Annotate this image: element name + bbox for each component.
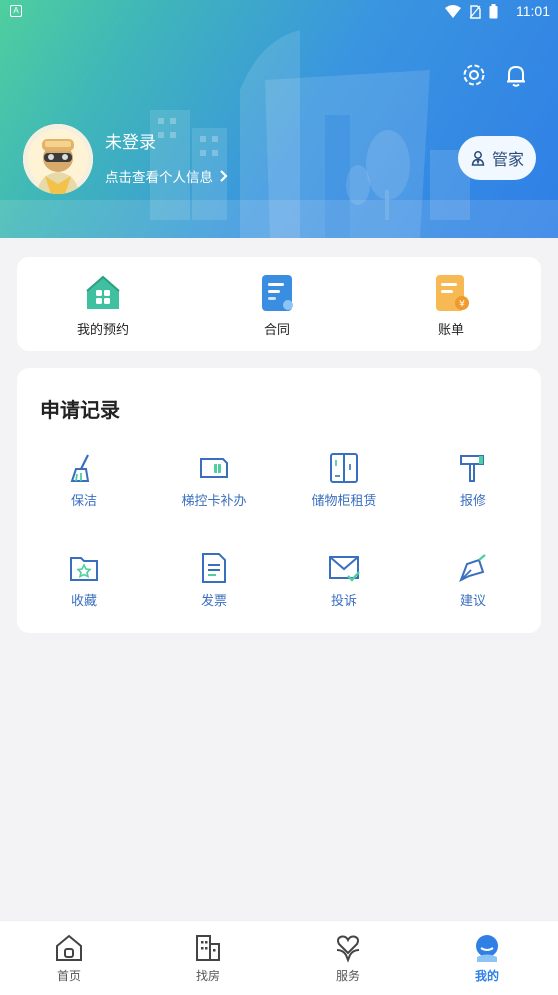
quick-actions-card: 我的预约 合同 ¥ 账单	[17, 257, 541, 351]
tab-mine[interactable]: 我的	[447, 933, 527, 984]
tab-label-home: 首页	[56, 969, 81, 983]
apply-item-cleaning[interactable]: 保洁	[24, 452, 144, 509]
chevron-right-icon	[220, 170, 228, 182]
apply-label-favorites: 收藏	[70, 594, 97, 609]
bill-icon: ¥	[431, 273, 471, 313]
broom-icon	[68, 452, 100, 484]
folder-star-icon	[68, 552, 100, 584]
quick-label-contract: 合同	[263, 323, 290, 338]
profile-header: A 11:01 未登录 点击查看个人信息 管家	[0, 0, 558, 238]
apply-item-suggestion[interactable]: 建议	[413, 552, 533, 609]
pen-icon	[457, 552, 489, 584]
settings-icon[interactable]	[457, 58, 491, 92]
profile-icon	[472, 933, 502, 963]
building-icon	[193, 933, 223, 963]
locker-icon	[328, 452, 360, 484]
tab-label-mine: 我的	[474, 969, 499, 983]
quick-item-reservations[interactable]: 我的预约	[43, 273, 163, 338]
quick-item-contract[interactable]: 合同	[217, 273, 337, 338]
house-icon	[83, 273, 123, 313]
bottom-tab-bar: 首页 找房 服务 我的	[0, 920, 558, 995]
quick-label-reservations: 我的预约	[76, 323, 129, 338]
document-icon	[198, 552, 230, 584]
apply-label-locker: 储物柜租赁	[311, 494, 377, 509]
apply-item-repair[interactable]: 报修	[413, 452, 533, 509]
tab-home[interactable]: 首页	[29, 933, 109, 984]
tab-services[interactable]: 服务	[308, 933, 388, 984]
tab-label-find-room: 找房	[195, 969, 220, 983]
manager-button[interactable]: 管家	[458, 136, 536, 180]
home-icon	[54, 933, 84, 963]
wifi-icon	[445, 4, 461, 18]
status-app-badge: A	[10, 5, 22, 17]
view-profile-link[interactable]: 点击查看个人信息	[105, 166, 228, 186]
apply-label-suggestion: 建议	[459, 594, 486, 609]
no-sim-icon	[469, 4, 481, 19]
apply-label-repair: 报修	[459, 494, 486, 509]
avatar[interactable]	[23, 124, 93, 194]
service-heart-icon	[333, 933, 363, 963]
city-skyline-illustration	[0, 30, 558, 238]
battery-icon	[489, 4, 498, 19]
tab-find-room[interactable]: 找房	[168, 933, 248, 984]
manager-icon	[471, 151, 485, 166]
bell-icon[interactable]	[499, 58, 533, 92]
status-time: 11:01	[516, 3, 550, 19]
manager-label: 管家	[491, 150, 524, 169]
apply-item-complaint[interactable]: 投诉	[284, 552, 404, 609]
hammer-icon	[457, 452, 489, 484]
contract-icon	[257, 273, 297, 313]
apply-label-invoice: 发票	[200, 594, 227, 609]
view-profile-label: 点击查看个人信息	[105, 170, 213, 186]
apply-item-favorites[interactable]: 收藏	[24, 552, 144, 609]
apply-label-cleaning: 保洁	[70, 494, 97, 509]
quick-label-bill: 账单	[437, 323, 464, 338]
quick-item-bill[interactable]: ¥ 账单	[391, 273, 511, 338]
card-icon	[198, 452, 230, 484]
apply-label-elevator-card: 梯控卡补办	[181, 494, 247, 509]
mail-check-icon	[328, 552, 360, 584]
svg-text:¥: ¥	[459, 300, 465, 310]
apply-item-locker[interactable]: 储物柜租赁	[284, 452, 404, 509]
section-title: 申请记录	[40, 398, 120, 422]
apply-label-complaint: 投诉	[330, 594, 357, 609]
apply-item-elevator-card[interactable]: 梯控卡补办	[154, 452, 274, 509]
status-bar: A 11:01	[0, 0, 558, 24]
login-status-text[interactable]: 未登录	[105, 128, 156, 153]
application-records-card: 申请记录 保洁 梯控卡补办 储物柜租赁 报修 收藏 发票 投诉 建议	[17, 368, 541, 633]
tab-label-services: 服务	[335, 969, 360, 983]
apply-item-invoice[interactable]: 发票	[154, 552, 274, 609]
